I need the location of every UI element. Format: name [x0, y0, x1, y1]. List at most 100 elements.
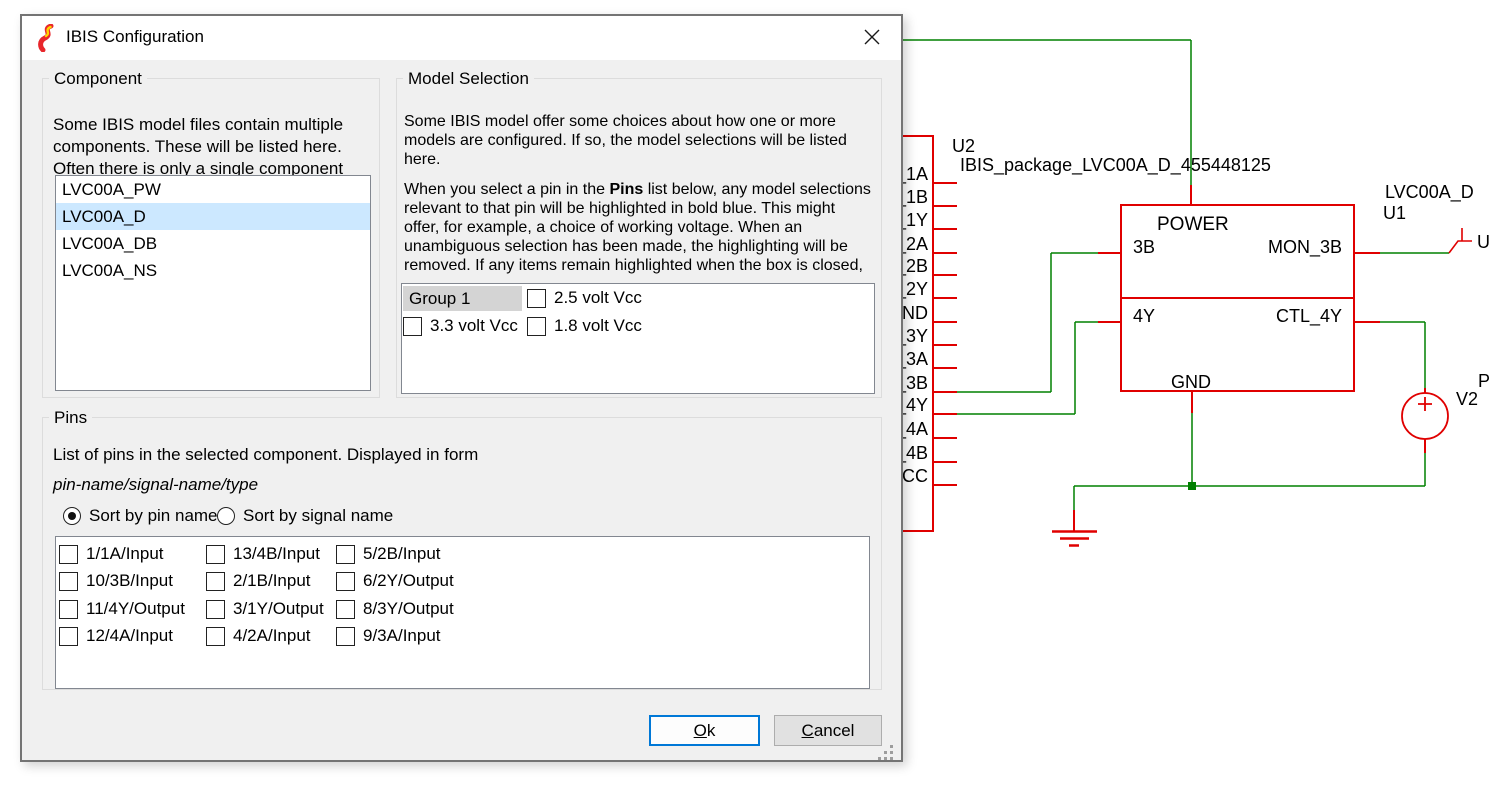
pins-list[interactable]: 1/1A/Input 13/4B/Input 5/2B/Input 10/3B/… — [55, 536, 870, 689]
pin-option[interactable]: 2/1B/Input — [206, 571, 311, 591]
power-pin-gnd: GND — [1171, 372, 1211, 392]
pin-option-label: 6/2Y/Output — [363, 571, 454, 591]
component-list-item-selected[interactable]: LVC00A_D — [56, 203, 370, 230]
pin-option[interactable]: 3/1Y/Output — [206, 599, 324, 619]
u2-refdes[interactable]: U2 — [952, 136, 975, 156]
checkbox[interactable] — [206, 572, 225, 591]
power-pin-mon3b: MON_3B — [1268, 237, 1342, 258]
screen: U2 IBIS_package_LVC00A_D_455448125 _1A _… — [0, 0, 1491, 806]
sort-by-signal-name-radio[interactable]: Sort by signal name — [217, 506, 393, 526]
component-list-item[interactable]: LVC00A_DB — [56, 230, 370, 257]
checkbox[interactable] — [403, 317, 422, 336]
checkbox[interactable] — [336, 545, 355, 564]
v2-refdes[interactable]: V2 — [1456, 389, 1478, 409]
ok-button[interactable]: Ok — [649, 715, 760, 746]
component-description-line: components. These will be listed here. — [53, 137, 342, 157]
pin-option-label: 5/2B/Input — [363, 544, 441, 564]
component-list[interactable]: LVC00A_PW LVC00A_D LVC00A_DB LVC00A_NS — [55, 175, 371, 391]
pin-option[interactable]: 12/4A/Input — [59, 626, 173, 646]
model-option-label: 1.8 volt Vcc — [554, 316, 642, 336]
u1-part-name[interactable]: LVC00A_D — [1385, 182, 1474, 203]
model-option-label: 3.3 volt Vcc — [430, 316, 518, 336]
power-pin-3b: 3B — [1133, 237, 1155, 257]
model-selection-text-line: unambiguous selection has been made, the… — [404, 238, 848, 256]
power-block[interactable] — [1098, 185, 1380, 413]
net-label-partial[interactable]: U — [1477, 232, 1490, 252]
checkbox[interactable] — [59, 572, 78, 591]
model-selection-text-line: offer, for example, a choice of working … — [404, 219, 802, 237]
pin-option-label: 11/4Y/Output — [86, 599, 185, 619]
pin-option-label: 3/1Y/Output — [233, 599, 324, 619]
radio-label: Sort by pin name — [89, 506, 218, 526]
radio-icon[interactable] — [217, 507, 235, 525]
component-list-item[interactable]: LVC00A_PW — [56, 176, 370, 203]
model-selection-text-line: Some IBIS model offer some choices about… — [404, 113, 836, 131]
u2-pin-stubs — [933, 183, 957, 485]
pin-option[interactable]: 13/4B/Input — [206, 544, 320, 564]
checkbox[interactable] — [206, 600, 225, 619]
checkbox[interactable] — [336, 627, 355, 646]
pin-option[interactable]: 8/3Y/Output — [336, 599, 454, 619]
pin-option[interactable]: 4/2A/Input — [206, 626, 311, 646]
model-selection-text-line: models are configured. If so, the model … — [404, 132, 847, 150]
model-options-box: Group 1 2.5 volt Vcc 3.3 volt Vcc 1.8 vo… — [401, 283, 875, 394]
pin-option[interactable]: 9/3A/Input — [336, 626, 441, 646]
checkbox[interactable] — [59, 600, 78, 619]
model-selection-groupbox: Model Selection Some IBIS model offer so… — [396, 78, 882, 398]
power-pin-4y: 4Y — [1133, 306, 1155, 326]
cancel-button[interactable]: Cancel — [774, 715, 882, 746]
checkbox[interactable] — [59, 545, 78, 564]
checkbox[interactable] — [336, 600, 355, 619]
checkbox[interactable] — [336, 572, 355, 591]
pin-option-label: 9/3A/Input — [363, 626, 441, 646]
sort-by-pin-name-radio[interactable]: Sort by pin name — [63, 506, 218, 526]
model-option-label: 2.5 volt Vcc — [554, 288, 642, 308]
pin-option-label: 8/3Y/Output — [363, 599, 454, 619]
pin-option[interactable]: 10/3B/Input — [59, 571, 173, 591]
app-logo-icon — [35, 24, 59, 52]
pins-groupbox: Pins List of pins in the selected compon… — [42, 417, 882, 690]
component-description-line: Some IBIS model files contain multiple — [53, 115, 343, 135]
wire-junction — [1188, 482, 1196, 490]
pins-format-hint: pin-name/signal-name/type — [53, 475, 258, 495]
resize-grip[interactable] — [878, 745, 894, 761]
model-option-2v5[interactable]: 2.5 volt Vcc — [527, 288, 642, 308]
component-groupbox-label: Component — [49, 69, 147, 88]
dialog-titlebar[interactable]: IBIS Configuration — [22, 16, 901, 60]
model-selection-text-line: removed. If any items remain highlighted… — [404, 257, 863, 275]
model-group-header: Group 1 — [403, 286, 522, 311]
pin-option-label: 4/2A/Input — [233, 626, 311, 646]
pin-option[interactable]: 5/2B/Input — [336, 544, 441, 564]
checkbox[interactable] — [206, 545, 225, 564]
checkbox[interactable] — [527, 289, 546, 308]
net-port-icon[interactable] — [1449, 228, 1472, 253]
u2-part-name[interactable]: IBIS_package_LVC00A_D_455448125 — [960, 155, 1271, 176]
pins-groupbox-label: Pins — [49, 408, 92, 427]
pin-option[interactable]: 1/1A/Input — [59, 544, 164, 564]
component-groupbox: Component Some IBIS model files contain … — [42, 78, 380, 398]
v2-source[interactable] — [1402, 388, 1448, 453]
power-block-title: POWER — [1157, 214, 1229, 235]
checkbox[interactable] — [206, 627, 225, 646]
close-button[interactable] — [850, 20, 894, 54]
pin-option-label: 12/4A/Input — [86, 626, 173, 646]
model-selection-text-line: When you select a pin in the Pins list b… — [404, 181, 871, 199]
model-option-3v3[interactable]: 3.3 volt Vcc — [403, 316, 518, 336]
radio-selected-icon[interactable] — [63, 507, 81, 525]
checkbox[interactable] — [527, 317, 546, 336]
model-selection-text-line: here. — [404, 151, 440, 169]
checkbox[interactable] — [59, 627, 78, 646]
pin-option[interactable]: 11/4Y/Output — [59, 599, 185, 619]
dialog-title: IBIS Configuration — [66, 27, 204, 47]
close-icon — [863, 28, 881, 46]
component-list-item[interactable]: LVC00A_NS — [56, 257, 370, 284]
radio-label: Sort by signal name — [243, 506, 393, 526]
pin-option-label: 1/1A/Input — [86, 544, 164, 564]
v2-model-label[interactable]: Puls — [1478, 371, 1491, 391]
u1-refdes[interactable]: U1 — [1383, 203, 1406, 223]
ground-symbol[interactable] — [1052, 510, 1097, 546]
model-option-1v8[interactable]: 1.8 volt Vcc — [527, 316, 642, 336]
pin-option[interactable]: 6/2Y/Output — [336, 571, 454, 591]
model-selection-text-line: relevant to that pin will be highlighted… — [404, 200, 835, 218]
power-pin-ctl4y: CTL_4Y — [1276, 306, 1342, 327]
